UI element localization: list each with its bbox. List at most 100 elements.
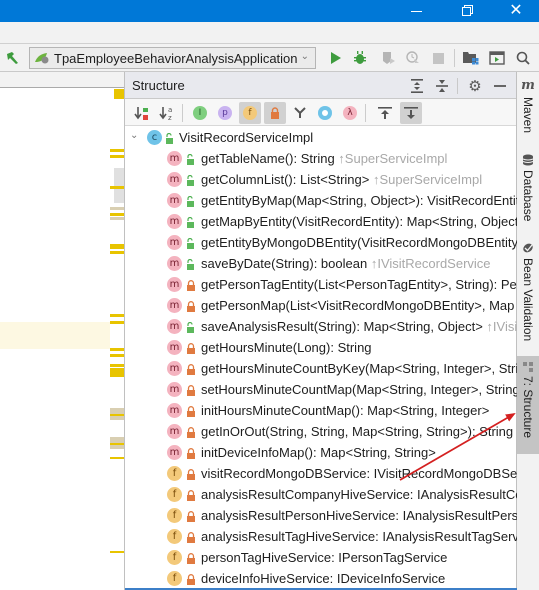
project-structure-button[interactable] [461, 48, 481, 68]
error-stripe-mark[interactable] [110, 364, 124, 367]
tree-item-label: getPersonMap(List<VisitRecordMongoDBEnti… [201, 298, 514, 313]
signature-text: getMapByEntity(VisitRecordEntity): Map<S… [201, 214, 517, 229]
run-configuration-label: TpaEmployeeBehaviorAnalysisApplication [54, 50, 298, 66]
tool-tab-maven[interactable]: m Maven [517, 78, 539, 146]
tool-tab-bean-validation[interactable]: Bean Validation [517, 242, 539, 352]
window-titlebar: ✕ [0, 0, 539, 22]
lock-icon [186, 573, 196, 585]
error-stripe-mark[interactable] [110, 354, 124, 357]
error-stripe-mark[interactable] [110, 213, 124, 216]
tool-tab-structure[interactable]: 7: Structure [517, 356, 539, 454]
editor-area[interactable] [0, 72, 125, 590]
tool-tab-database[interactable]: Database [517, 154, 539, 232]
profile-button[interactable] [403, 48, 423, 68]
chevron-down-icon[interactable]: ⌄ [130, 130, 138, 141]
tree-field-item[interactable]: f personTagHiveService: IPersonTagService [125, 547, 517, 568]
settings-button[interactable]: ⚙ [466, 77, 484, 95]
tree-method-item[interactable]: m getPersonTagEntity(List<PersonTagEntity… [125, 274, 517, 295]
menu-bar [0, 22, 539, 44]
tree-method-item[interactable]: m getTableName(): String ↑SuperServiceImp… [125, 148, 517, 169]
show-lambdas-button[interactable]: λ [339, 102, 361, 124]
method-icon: m [167, 340, 182, 355]
build-button[interactable] [2, 48, 22, 68]
search-everywhere-button[interactable] [513, 48, 533, 68]
show-non-public-button[interactable] [264, 102, 286, 124]
show-anonymous-button[interactable] [314, 102, 336, 124]
expand-all-button[interactable] [408, 77, 426, 95]
coverage-button[interactable] [378, 48, 398, 68]
tree-field-item[interactable]: f analysisResultCompanyHiveService: IAnal… [125, 484, 517, 505]
structure-tree[interactable]: ⌄ c VisitRecordServiceImpl m getTableName… [125, 127, 517, 589]
tree-method-item[interactable]: m getEntityByMap(Map<String, Object>): Vi… [125, 190, 517, 211]
error-stripe-mark[interactable] [110, 149, 124, 152]
field-icon: f [167, 550, 182, 565]
autoscroll-to-source-icon [378, 107, 392, 119]
tree-method-item[interactable]: m getInOrOut(String, String, Map<String, … [125, 421, 517, 442]
method-icon: m [167, 277, 182, 292]
collapse-all-button[interactable] [433, 77, 451, 95]
build-hammer-icon [7, 52, 18, 64]
tree-item-label: getHoursMinute(Long): String [201, 340, 372, 355]
restore-button[interactable] [443, 0, 489, 22]
show-includes-button[interactable] [289, 102, 311, 124]
signature-text: initHoursMinuteCountMap(): Map<String, I… [201, 403, 490, 418]
tree-method-item[interactable]: m getEntityByMongoDBEntity(VisitRecordMon… [125, 232, 517, 253]
tree-root-class[interactable]: ⌄ c VisitRecordServiceImpl [125, 127, 517, 148]
tree-method-item[interactable]: m getColumnList(): List<String> ↑SuperSer… [125, 169, 517, 190]
error-stripe-mark[interactable] [110, 207, 124, 210]
signature-text: deviceInfoHiveService: IDeviceInfoServic… [201, 571, 446, 586]
tree-method-item[interactable]: m getHoursMinuteCountByKey(Map<String, In… [125, 358, 517, 379]
tree-method-item[interactable]: m saveAnalysisResult(String): Map<String,… [125, 316, 517, 337]
error-stripe-mark[interactable] [110, 368, 124, 377]
error-stripe-mark[interactable] [110, 321, 124, 324]
tree-method-item[interactable]: m initDeviceInfoMap(): Map<String, String… [125, 442, 517, 463]
lock-icon [186, 468, 196, 480]
autoscroll-to-source-button[interactable] [374, 102, 396, 124]
anonymous-class-icon [318, 106, 332, 120]
lock-icon [186, 489, 196, 501]
error-stripe-mark[interactable] [110, 314, 124, 317]
tree-method-item[interactable]: m getHoursMinute(Long): String [125, 337, 517, 358]
error-stripe-mark[interactable] [110, 251, 124, 254]
stop-button[interactable] [428, 48, 448, 68]
show-properties-button[interactable]: p [214, 102, 236, 124]
minimize-button[interactable] [393, 0, 439, 22]
error-stripe-mark[interactable] [110, 457, 124, 459]
show-inherited-button[interactable]: I [189, 102, 211, 124]
tree-field-item[interactable]: f analysisResultPersonHiveService: IAnaly… [125, 505, 517, 526]
method-icon: m [167, 445, 182, 460]
tree-field-item[interactable]: f visitRecordMongoDBService: IVisitRecord… [125, 463, 517, 484]
error-stripe-mark[interactable] [110, 414, 124, 416]
autoscroll-from-source-button[interactable] [400, 102, 422, 124]
error-stripe-mark[interactable] [110, 443, 124, 445]
hide-panel-button[interactable] [491, 77, 509, 95]
sort-alphabetically-button[interactable]: az [156, 102, 178, 124]
tree-method-item[interactable]: m getPersonMap(List<VisitRecordMongoDBEnt… [125, 295, 517, 316]
run-button[interactable] [326, 48, 346, 68]
error-stripe-mark[interactable] [110, 348, 124, 351]
error-stripe-mark[interactable] [110, 217, 124, 220]
lock-icon [186, 552, 196, 564]
tree-item-label: getEntityByMap(Map<String, Object>): Vis… [201, 193, 517, 208]
terminal-button[interactable] [487, 48, 507, 68]
show-fields-button[interactable]: f [239, 102, 261, 124]
close-button[interactable]: ✕ [493, 0, 539, 22]
tree-field-item[interactable]: f analysisResultTagHiveService: IAnalysis… [125, 526, 517, 547]
inspection-status-marker[interactable] [114, 89, 124, 99]
tree-method-item[interactable]: m setHoursMinuteCountMap(Map<String, Inte… [125, 379, 517, 400]
debug-button[interactable] [350, 48, 370, 68]
lock-icon [271, 107, 279, 119]
run-configuration-select[interactable]: TpaEmployeeBehaviorAnalysisApplication ⌄ [29, 47, 316, 69]
tree-method-item[interactable]: m getMapByEntity(VisitRecordEntity): Map<… [125, 211, 517, 232]
error-stripe-mark[interactable] [110, 186, 124, 189]
method-icon: m [167, 403, 182, 418]
tree-field-item[interactable]: f deviceInfoHiveService: IDeviceInfoServi… [125, 568, 517, 589]
tree-method-item[interactable]: m saveByDate(String): boolean ↑IVisitReco… [125, 253, 517, 274]
error-stripe-mark[interactable] [110, 155, 124, 158]
sort-by-visibility-button[interactable] [131, 102, 153, 124]
error-stripe-mark[interactable] [110, 244, 124, 249]
tree-method-item[interactable]: m initHoursMinuteCountMap(): Map<String, … [125, 400, 517, 421]
error-stripe-mark[interactable] [110, 551, 124, 553]
method-icon: m [167, 214, 182, 229]
minimize-icon [410, 10, 422, 12]
